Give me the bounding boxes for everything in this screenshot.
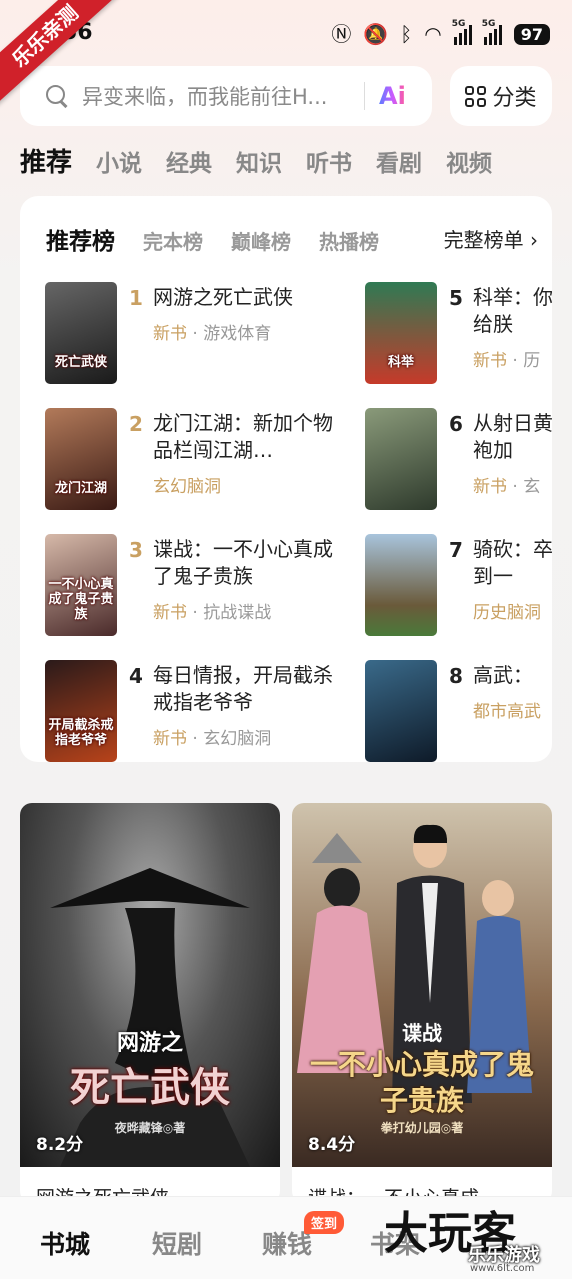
watermark-url: www.6lt.com <box>470 1263 535 1274</box>
book-cover: 科举 <box>365 282 437 384</box>
book-cover <box>365 660 437 762</box>
ranking-book-2[interactable]: 龙门江湖 2 龙门江湖：新加个物品栏闯江湖… 玄幻脑洞 <box>45 408 335 510</box>
tab-classic[interactable]: 经典 <box>166 144 212 178</box>
rank-tab-completed[interactable]: 完本榜 <box>143 226 203 255</box>
ranking-card: 推荐榜 完本榜 巅峰榜 热播榜 完整榜单 › 死亡武侠 1 网游之死亡武侠 新书… <box>20 196 552 762</box>
search-placeholder: 异变来临，而我能前往H... <box>82 85 328 109</box>
mute-bell-icon: 🔕 <box>363 22 389 46</box>
book-meta: 新书 · 游戏体育 <box>153 324 272 344</box>
book-title: 谍战：一不小心真成了鬼子贵族 <box>153 537 333 588</box>
cover-subtitle: 网游之 <box>116 1031 183 1056</box>
ranking-book-3[interactable]: 一不小心真成了鬼子贵族 3 谍战：一不小心真成了鬼子贵族 新书 · 抗战谍战 <box>45 534 335 636</box>
rank-number: 2 <box>129 412 143 436</box>
tab-audiobook[interactable]: 听书 <box>306 144 352 178</box>
featured-book-1[interactable]: 网游之 死亡武侠 夜晔藏锋◎著 8.2分 网游之死亡武侠 <box>20 803 280 1203</box>
rank-number: 1 <box>129 286 143 310</box>
category-button[interactable]: 分类 <box>450 66 552 126</box>
book-score: 8.2分 <box>36 1135 84 1155</box>
book-cover: 龙门江湖 <box>45 408 117 510</box>
battery-icon: 97 <box>513 23 550 45</box>
rank-tab-peak[interactable]: 巅峰榜 <box>231 226 291 255</box>
tab-novel[interactable]: 小说 <box>96 144 142 178</box>
tab-knowledge[interactable]: 知识 <box>236 144 282 178</box>
rank-number: 4 <box>129 664 143 688</box>
status-icons: Ⓝ 🔕 ᛒ ◠ 5G 5G 97 <box>331 19 550 48</box>
book-meta: 历史脑洞 <box>473 603 541 623</box>
bluetooth-icon: ᛒ <box>400 22 413 46</box>
bottom-nav: 书城 短剧 赚钱 签到 书架 大玩客 乐乐游戏 www.6lt.com <box>0 1196 572 1279</box>
rank-number: 7 <box>449 538 463 562</box>
book-cover: 死亡武侠 <box>45 282 117 384</box>
rank-number: 5 <box>449 286 463 310</box>
book-title: 从射日黄袍加 <box>473 411 552 462</box>
rank-tab-recommend[interactable]: 推荐榜 <box>46 222 115 256</box>
nav-bookstore[interactable]: 书城 <box>40 1225 90 1261</box>
rank-number: 6 <box>449 412 463 436</box>
tab-recommend[interactable]: 推荐 <box>20 142 72 179</box>
book-meta: 新书 · 抗战谍战 <box>153 603 272 623</box>
ranking-book-5[interactable]: 科举 5 科举：你给朕 新书 · 历 <box>365 282 552 384</box>
book-cover <box>365 408 437 510</box>
book-meta: 玄幻脑洞 <box>153 477 221 497</box>
ranking-book-7[interactable]: 7 骑砍：卒到一 历史脑洞 <box>365 534 552 636</box>
book-title: 网游之死亡武侠 <box>153 285 293 309</box>
search-bar[interactable]: 异变来临，而我能前往H... Ai <box>20 66 432 126</box>
rank-tab-hot[interactable]: 热播榜 <box>319 226 379 255</box>
full-list-link[interactable]: 完整榜单 › <box>433 224 538 253</box>
book-title: 高武： <box>473 663 533 687</box>
ranking-book-6[interactable]: 6 从射日黄袍加 新书 · 玄 <box>365 408 552 510</box>
divider <box>364 82 365 110</box>
book-title: 每日情报，开局截杀戒指老爷爷 <box>153 663 333 714</box>
signal-icon: 5G <box>452 19 472 45</box>
book-cover: 一不小心真成了鬼子贵族 <box>45 534 117 636</box>
cover-title: 一不小心真成了鬼子贵族 <box>309 1048 534 1117</box>
rank-number: 3 <box>129 538 143 562</box>
wifi-icon: ◠ <box>424 22 442 46</box>
checkin-badge[interactable]: 签到 <box>304 1211 345 1234</box>
book-cover <box>365 534 437 636</box>
search-icon <box>46 85 68 107</box>
book-title: 龙门江湖：新加个物品栏闯江湖… <box>153 411 333 462</box>
featured-cover: 网游之 死亡武侠 夜晔藏锋◎著 8.2分 <box>20 803 280 1167</box>
book-meta: 都市高武 <box>473 702 541 722</box>
featured-cover: 谍战 一不小心真成了鬼子贵族 拳打幼儿园◎著 8.4分 <box>292 803 552 1167</box>
ranking-book-8[interactable]: 8 高武： 都市高武 <box>365 660 552 762</box>
book-meta: 新书 · 玄 <box>473 477 541 497</box>
tab-video[interactable]: 视频 <box>446 144 492 178</box>
tab-drama[interactable]: 看剧 <box>376 144 422 178</box>
grid-icon <box>465 85 487 107</box>
category-label: 分类 <box>492 86 537 111</box>
book-cover: 开局截杀戒指老爷爷 <box>45 660 117 762</box>
ranking-tabs: 推荐榜 完本榜 巅峰榜 热播榜 <box>46 222 379 256</box>
book-meta: 新书 · 玄幻脑洞 <box>153 729 272 749</box>
ranking-book-4[interactable]: 开局截杀戒指老爷爷 4 每日情报，开局截杀戒指老爷爷 新书 · 玄幻脑洞 <box>45 660 335 762</box>
ai-icon[interactable]: Ai <box>379 82 406 110</box>
book-meta: 新书 · 历 <box>473 351 541 371</box>
nfc-icon: Ⓝ <box>331 22 352 46</box>
ranking-book-1[interactable]: 死亡武侠 1 网游之死亡武侠 新书 · 游戏体育 <box>45 282 335 384</box>
book-score: 8.4分 <box>308 1135 356 1155</box>
book-title: 科举：你给朕 <box>473 285 552 336</box>
cover-title: 死亡武侠 <box>70 1065 230 1111</box>
rank-number: 8 <box>449 664 463 688</box>
channel-tabs: 推荐 小说 经典 知识 听书 看剧 视频 <box>20 142 492 179</box>
cover-subtitle: 谍战 <box>402 1021 442 1045</box>
nav-short-drama[interactable]: 短剧 <box>152 1225 202 1261</box>
signal-icon: 5G <box>482 19 502 45</box>
featured-book-2[interactable]: 谍战 一不小心真成了鬼子贵族 拳打幼儿园◎著 8.4分 谍战：一不小心真成 <box>292 803 552 1203</box>
book-title: 骑砍：卒到一 <box>473 537 552 588</box>
